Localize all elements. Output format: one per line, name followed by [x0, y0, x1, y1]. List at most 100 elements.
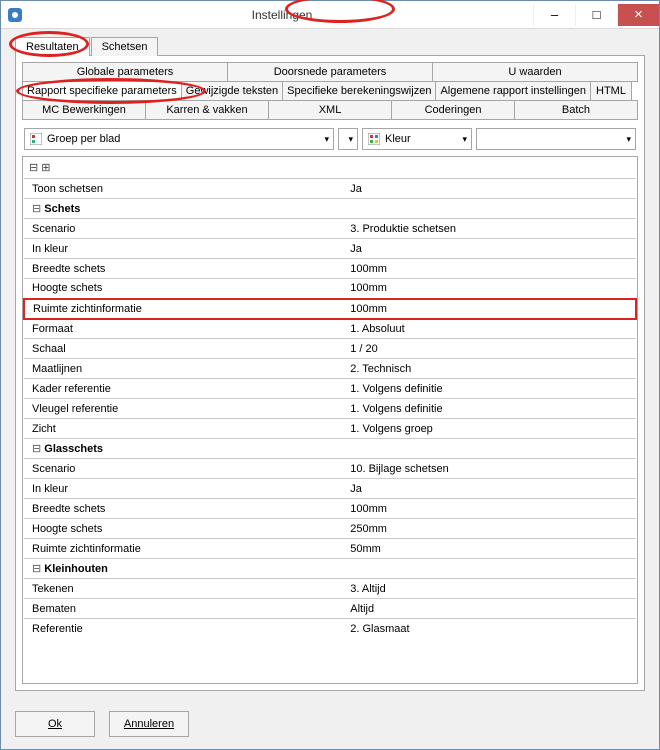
property-name: Formaat	[24, 319, 342, 339]
table-row[interactable]: Maatlijnen2. Technisch	[24, 359, 636, 379]
property-value[interactable]: 1. Absoluut	[342, 319, 636, 339]
table-row[interactable]: Schaal1 / 20	[24, 339, 636, 359]
property-grid[interactable]: ⊟ ⊞ Toon schetsenJaSchetsScenario3. Prod…	[22, 156, 638, 684]
subtab-specifieke-berekeningswijzen[interactable]: Specifieke berekeningswijzen	[282, 81, 436, 101]
property-value[interactable]: 250mm	[342, 519, 636, 539]
section-header[interactable]: Glasschets	[24, 439, 636, 459]
property-value[interactable]: 1. Volgens definitie	[342, 379, 636, 399]
property-value[interactable]: 3. Altijd	[342, 579, 636, 599]
subtab-gewijzigde-teksten[interactable]: Gewijzigde teksten	[181, 81, 283, 101]
table-row[interactable]: Breedte schets100mm	[24, 259, 636, 279]
property-value[interactable]: 100mm	[342, 259, 636, 279]
property-name: Ruimte zichtinformatie	[24, 299, 342, 319]
property-value[interactable]: 100mm	[342, 279, 636, 299]
property-value[interactable]: 100mm	[342, 499, 636, 519]
table-row[interactable]: Vleugel referentie1. Volgens definitie	[24, 399, 636, 419]
property-name: Zicht	[24, 419, 342, 439]
colormode-dropdown-label: Kleur	[385, 133, 411, 145]
property-value[interactable]: Ja	[342, 239, 636, 259]
subtab-row-2: Rapport specifieke parameters Gewijzigde…	[22, 81, 638, 101]
table-row[interactable]: In kleurJa	[24, 239, 636, 259]
tab-schetsen[interactable]: Schetsen	[91, 37, 159, 56]
subtab-coderingen[interactable]: Coderingen	[391, 100, 515, 120]
subtab-mc-bewerkingen[interactable]: MC Bewerkingen	[22, 100, 146, 120]
table-row[interactable]: Kader referentie1. Volgens definitie	[24, 379, 636, 399]
property-value[interactable]: Ja	[342, 479, 636, 499]
property-name: Ruimte zichtinformatie	[24, 539, 342, 559]
property-value[interactable]: 1. Volgens groep	[342, 419, 636, 439]
cancel-button[interactable]: Annuleren	[109, 711, 189, 737]
subtab-rapport-specifieke-parameters[interactable]: Rapport specifieke parameters	[22, 81, 182, 101]
subtab-xml[interactable]: XML	[268, 100, 392, 120]
subtab-karren-vakken[interactable]: Karren & vakken	[145, 100, 269, 120]
tab-resultaten[interactable]: Resultaten	[15, 37, 90, 56]
property-name: Maatlijnen	[24, 359, 342, 379]
close-button[interactable]: ×	[617, 4, 659, 26]
ok-button[interactable]: Ok	[15, 711, 95, 737]
property-name: Hoogte schets	[24, 519, 342, 539]
table-row[interactable]: Kleinhouten	[24, 559, 636, 579]
last-dropdown[interactable]: ▾	[476, 128, 636, 150]
grid-table: Toon schetsenJaSchetsScenario3. Produkti…	[23, 178, 637, 639]
table-row[interactable]: Hoogte schets100mm	[24, 279, 636, 299]
table-row[interactable]: Ruimte zichtinformatie100mm	[24, 299, 636, 319]
property-name: Breedte schets	[24, 499, 342, 519]
chevron-down-icon: ▾	[626, 134, 631, 145]
dropdown-row: Groep per blad ▾ ▾ Kleur ▾ ▾	[24, 128, 636, 150]
minimize-button[interactable]: –	[533, 4, 575, 26]
property-name: Toon schetsen	[24, 179, 342, 199]
property-value[interactable]: Altijd	[342, 599, 636, 619]
group-dropdown[interactable]: Groep per blad ▾	[24, 128, 334, 150]
table-row[interactable]: Formaat1. Absoluut	[24, 319, 636, 339]
subtab-container: Globale parameters Doorsnede parameters …	[22, 62, 638, 120]
small-dropdown[interactable]: ▾	[338, 128, 358, 150]
chevron-down-icon: ▾	[324, 134, 329, 145]
property-value[interactable]: Ja	[342, 179, 636, 199]
table-row[interactable]: Referentie2. Glasmaat	[24, 619, 636, 639]
maximize-button[interactable]: □	[575, 4, 617, 26]
colormode-dropdown[interactable]: Kleur ▾	[362, 128, 472, 150]
property-value[interactable]: 3. Produktie schetsen	[342, 219, 636, 239]
table-row[interactable]: Tekenen3. Altijd	[24, 579, 636, 599]
property-value[interactable]: 10. Bijlage schetsen	[342, 459, 636, 479]
subtab-algemene-rapport-instellingen[interactable]: Algemene rapport instellingen	[435, 81, 591, 101]
property-name: Scenario	[24, 219, 342, 239]
table-row[interactable]: Breedte schets100mm	[24, 499, 636, 519]
subtab-globale-parameters[interactable]: Globale parameters	[22, 62, 228, 82]
chevron-down-icon: ▾	[462, 134, 467, 145]
property-value[interactable]: 1. Volgens definitie	[342, 399, 636, 419]
property-value[interactable]: 100mm	[342, 299, 636, 319]
subtab-row-3: MC Bewerkingen Karren & vakken XML Coder…	[22, 100, 638, 120]
property-value[interactable]: 2. Technisch	[342, 359, 636, 379]
table-row[interactable]: Toon schetsenJa	[24, 179, 636, 199]
property-value[interactable]: 1 / 20	[342, 339, 636, 359]
grid-collapse-toolbar[interactable]: ⊟ ⊞	[23, 157, 637, 178]
property-name: In kleur	[24, 239, 342, 259]
footer: Ok Annuleren	[1, 699, 659, 749]
property-name: In kleur	[24, 479, 342, 499]
section-header[interactable]: Kleinhouten	[24, 559, 636, 579]
content-area: Resultaten Schetsen Globale parameters D…	[1, 29, 659, 699]
property-name: Tekenen	[24, 579, 342, 599]
subtab-html[interactable]: HTML	[590, 81, 632, 101]
section-header[interactable]: Schets	[24, 199, 636, 219]
property-value[interactable]: 50mm	[342, 539, 636, 559]
table-row[interactable]: Scenario3. Produktie schetsen	[24, 219, 636, 239]
table-row[interactable]: In kleurJa	[24, 479, 636, 499]
property-name: Bematen	[24, 599, 342, 619]
subtab-batch[interactable]: Batch	[514, 100, 638, 120]
property-name: Scenario	[24, 459, 342, 479]
subtab-doorsnede-parameters[interactable]: Doorsnede parameters	[227, 62, 433, 82]
table-row[interactable]: Schets	[24, 199, 636, 219]
group-dropdown-label: Groep per blad	[47, 133, 120, 145]
property-name: Kader referentie	[24, 379, 342, 399]
table-row[interactable]: Ruimte zichtinformatie50mm	[24, 539, 636, 559]
table-row[interactable]: Hoogte schets250mm	[24, 519, 636, 539]
table-row[interactable]: BematenAltijd	[24, 599, 636, 619]
subtab-u-waarden[interactable]: U waarden	[432, 62, 638, 82]
table-row[interactable]: Scenario10. Bijlage schetsen	[24, 459, 636, 479]
table-row[interactable]: Zicht1. Volgens groep	[24, 419, 636, 439]
property-value[interactable]: 2. Glasmaat	[342, 619, 636, 639]
table-row[interactable]: Glasschets	[24, 439, 636, 459]
title-bar: Instellingen – □ ×	[1, 1, 659, 29]
